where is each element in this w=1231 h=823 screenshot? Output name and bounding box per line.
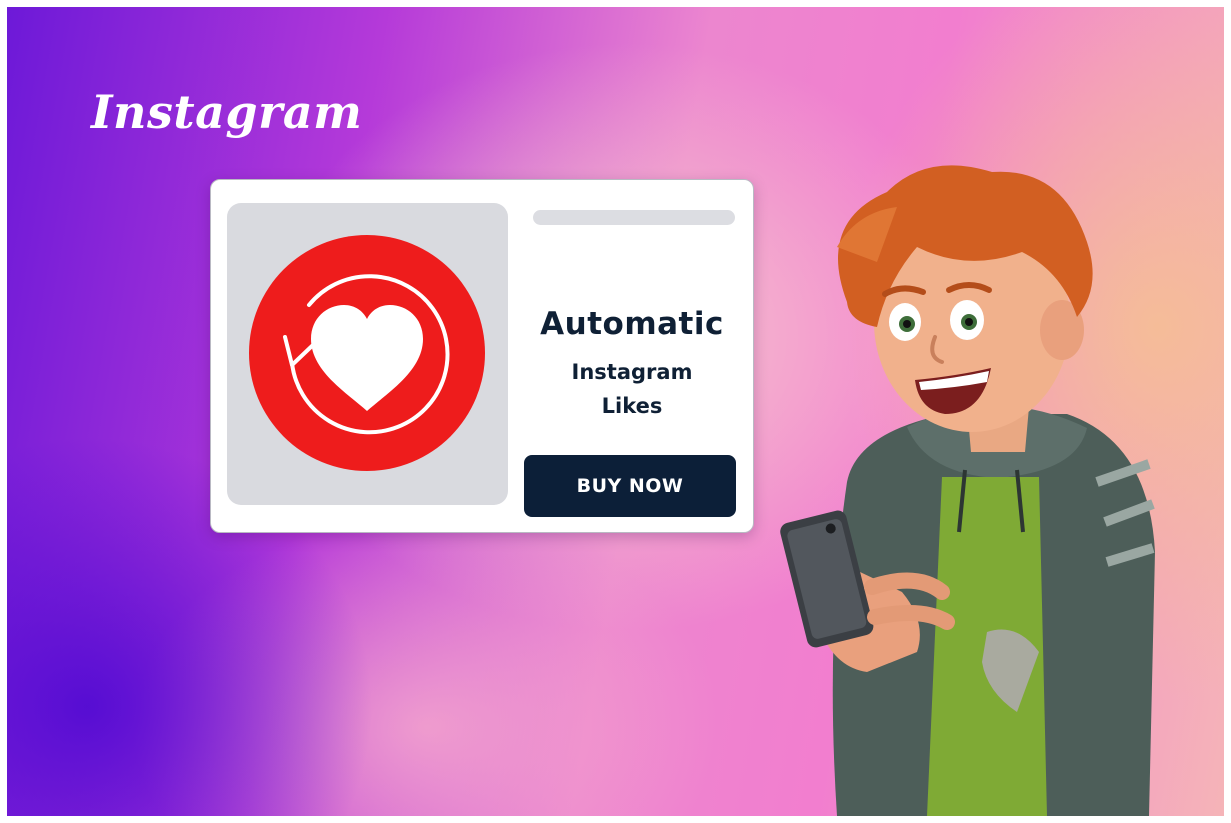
heart-refresh-icon — [249, 235, 485, 471]
instagram-logo: Instagram — [91, 85, 363, 139]
product-card: Automatic Instagram Likes BUY NOW — [210, 179, 754, 533]
card-subtitle-line1: Instagram — [571, 360, 693, 384]
buy-now-button[interactable]: BUY NOW — [524, 455, 736, 517]
boy-with-phone-illustration — [780, 165, 1155, 816]
product-thumbnail — [227, 203, 508, 505]
placeholder-bar — [533, 210, 735, 225]
banner-canvas: Instagram Automatic Instagram Likes BUY … — [7, 7, 1224, 816]
card-title: Automatic — [540, 306, 724, 342]
card-subtitle-line2: Likes — [601, 394, 663, 418]
